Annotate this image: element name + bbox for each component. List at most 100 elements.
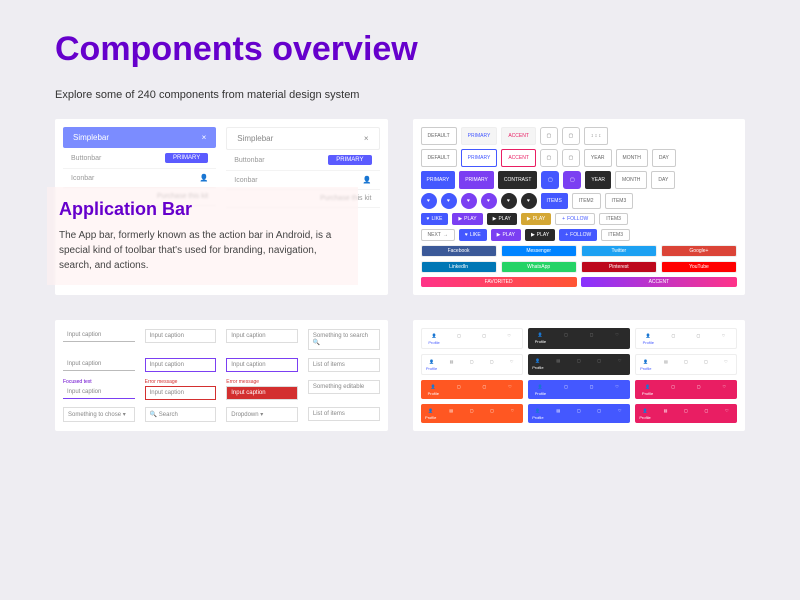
square-icon-button[interactable]: ▢ <box>562 127 580 145</box>
day-button[interactable]: DAY <box>651 171 675 189</box>
nav-profile[interactable]: 👤Profile <box>635 404 655 423</box>
nav-profile[interactable]: 👤Profile <box>422 329 447 348</box>
text-input[interactable]: Input caption <box>145 358 217 372</box>
nav-item[interactable]: ▤ <box>655 404 675 423</box>
nav-item[interactable]: ▢ <box>461 404 481 423</box>
square-icon-button[interactable]: ▢ <box>540 149 558 167</box>
play-button[interactable]: ▶ PLAY <box>525 229 555 241</box>
linkedin-button[interactable]: LinkedIn <box>421 261 497 273</box>
follow-button[interactable]: + FOLLOW <box>559 229 597 241</box>
nav-item[interactable]: ▤ <box>548 354 568 375</box>
text-input[interactable]: Input caption <box>226 386 298 400</box>
year-button[interactable]: YEAR <box>585 171 611 189</box>
item2-button[interactable]: ITEM2 <box>572 193 601 209</box>
nav-item[interactable]: ▢ <box>462 355 482 374</box>
search-input[interactable]: 🔍 Search <box>145 407 217 422</box>
default-button[interactable]: DEFAULT <box>421 127 457 145</box>
nav-item[interactable]: ♡ <box>502 404 522 423</box>
nav-item[interactable]: ▢ <box>661 329 686 348</box>
like-button[interactable]: ♥ LIKE <box>421 213 449 225</box>
heart-icon[interactable]: ♥ <box>441 193 457 209</box>
items-button[interactable]: ITEMS <box>541 193 568 209</box>
day-button[interactable]: DAY <box>652 149 676 167</box>
nav-profile[interactable]: 👤Profile <box>421 380 447 399</box>
google-button[interactable]: Google+ <box>661 245 737 257</box>
primary-outline-button[interactable]: PRIMARY <box>461 149 498 167</box>
play-button[interactable]: ▶ PLAY <box>491 229 521 241</box>
whatsapp-button[interactable]: WhatsApp <box>501 261 577 273</box>
nav-item[interactable]: ▤ <box>442 355 462 374</box>
nav-item[interactable]: ▢ <box>569 354 589 375</box>
square-icon-button[interactable]: ▢ <box>563 171 581 189</box>
list-input[interactable]: List of items <box>308 358 380 372</box>
nav-item[interactable]: ▢ <box>482 355 502 374</box>
facebook-button[interactable]: Facebook <box>421 245 497 257</box>
nav-profile[interactable]: 👤Profile <box>528 354 548 375</box>
select-input[interactable]: Something to chose ▾ <box>63 407 135 422</box>
heart-icon[interactable]: ♥ <box>421 193 437 209</box>
nav-profile[interactable]: 👤Profile <box>528 380 554 399</box>
text-input[interactable]: Input caption <box>145 386 217 400</box>
nav-item[interactable]: ♡ <box>497 380 523 399</box>
close-icon[interactable]: × <box>364 134 369 143</box>
dropdown-input[interactable]: Dropdown ▾ <box>226 407 298 422</box>
search-input[interactable]: Something to search 🔍 <box>308 329 380 350</box>
default-button[interactable]: DEFAULT <box>421 149 457 167</box>
text-input[interactable]: Input caption <box>226 358 298 372</box>
item3-button[interactable]: ITEM3 <box>601 229 630 241</box>
year-button[interactable]: YEAR <box>584 149 612 167</box>
nav-profile[interactable]: 👤Profile <box>528 328 554 349</box>
close-icon[interactable]: × <box>202 133 207 142</box>
nav-item[interactable]: ▢ <box>696 355 716 374</box>
nav-item[interactable]: ▢ <box>569 404 589 423</box>
nav-item[interactable]: ▢ <box>676 355 696 374</box>
nav-item[interactable]: ▢ <box>696 404 716 423</box>
appbar-primary[interactable]: Simplebar × <box>63 127 216 148</box>
item3-button[interactable]: ITEM3 <box>599 213 628 225</box>
nav-item[interactable]: ♡ <box>604 328 630 349</box>
nav-item[interactable]: ▤ <box>441 404 461 423</box>
heart-icon[interactable]: ♥ <box>461 193 477 209</box>
nav-item[interactable]: ▢ <box>553 328 579 349</box>
nav-item[interactable]: ▢ <box>446 380 472 399</box>
nav-item[interactable]: ▢ <box>589 404 609 423</box>
text-input[interactable]: Input caption <box>63 386 135 399</box>
text-input[interactable]: Input caption <box>63 329 135 342</box>
square-icon-button[interactable]: ▢ <box>562 149 580 167</box>
nav-item[interactable]: ▤ <box>656 355 676 374</box>
nav-profile[interactable]: 👤Profile <box>636 355 656 374</box>
favorited-button[interactable]: FAVORITED <box>421 277 577 287</box>
text-input[interactable]: Input caption <box>145 329 217 343</box>
nav-item[interactable]: ▢ <box>589 354 609 375</box>
nav-item[interactable]: ▢ <box>447 329 472 348</box>
primary-button[interactable]: PRIMARY <box>421 171 456 189</box>
contrast-button[interactable]: CONTRAST <box>498 171 538 189</box>
nav-item[interactable]: ♡ <box>609 354 629 375</box>
nav-item[interactable]: ▢ <box>676 404 696 423</box>
play-button[interactable]: ▶ PLAY <box>487 213 517 225</box>
nav-profile[interactable]: 👤Profile <box>421 404 441 423</box>
pinterest-button[interactable]: Pinterest <box>581 261 657 273</box>
month-button[interactable]: MONTH <box>615 171 647 189</box>
nav-item[interactable]: ▢ <box>686 329 711 348</box>
heart-icon[interactable]: ♥ <box>481 193 497 209</box>
accent-outline-button[interactable]: ACCENT <box>501 149 536 167</box>
appbar-light[interactable]: Simplebar × <box>226 127 379 150</box>
accent-button[interactable]: ACCENT <box>581 277 737 287</box>
nav-item[interactable]: ▢ <box>579 328 605 349</box>
nav-item[interactable]: ♡ <box>711 380 737 399</box>
follow-button[interactable]: + FOLLOW <box>555 213 595 225</box>
nav-profile[interactable]: 👤Profile <box>636 329 661 348</box>
next-button[interactable]: NEXT → <box>421 229 455 241</box>
nav-item[interactable]: ▢ <box>482 404 502 423</box>
text-input[interactable]: Input caption <box>63 358 135 371</box>
primary-text-button[interactable]: PRIMARY <box>461 127 498 145</box>
square-icon-button[interactable]: ▢ <box>540 127 558 145</box>
youtube-button[interactable]: YouTube <box>661 261 737 273</box>
primary-button[interactable]: PRIMARY <box>328 155 371 165</box>
nav-item[interactable]: ▢ <box>472 380 498 399</box>
like-button[interactable]: ♥ LIKE <box>459 229 487 241</box>
nav-item[interactable]: ♡ <box>497 329 522 348</box>
text-input[interactable]: Input caption <box>226 329 298 343</box>
square-icon-button[interactable]: ▢ <box>541 171 559 189</box>
